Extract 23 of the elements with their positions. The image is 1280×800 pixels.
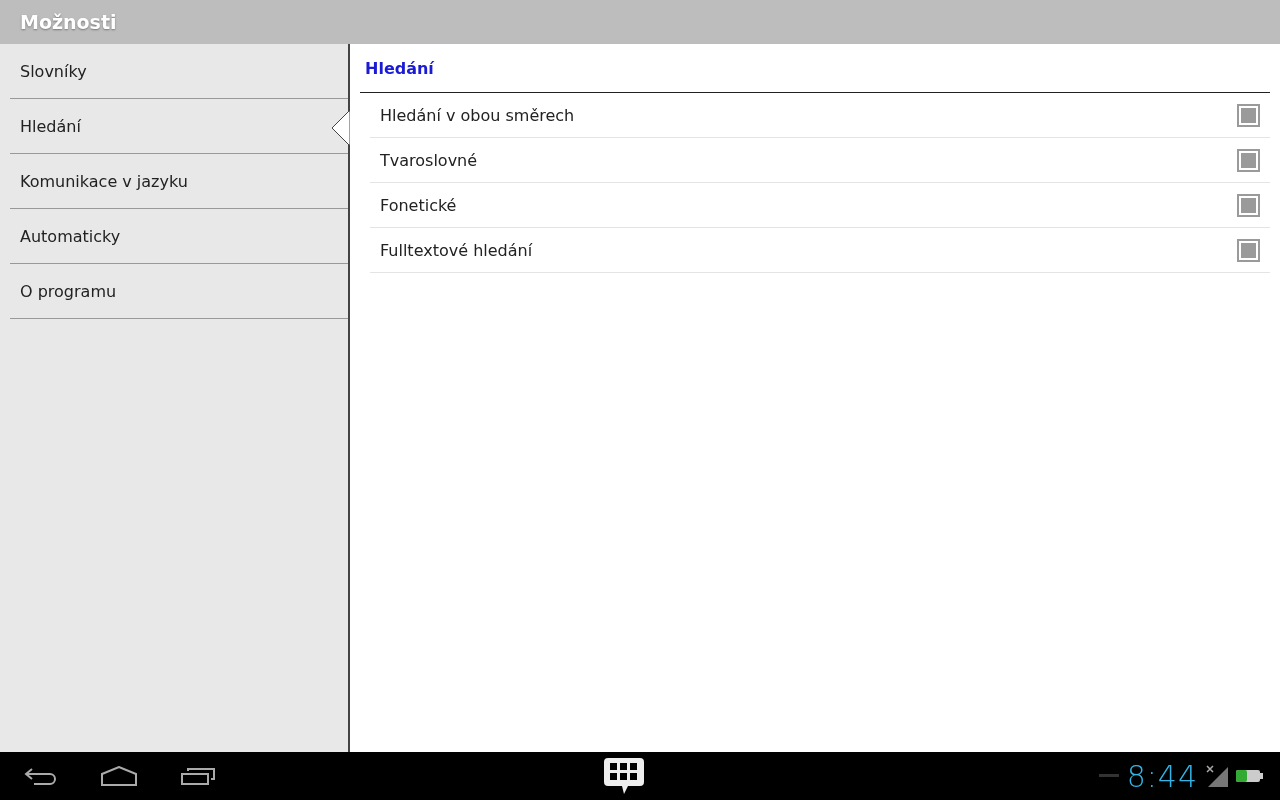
option-label: Tvaroslovné [380, 150, 478, 170]
sidebar-item[interactable]: Komunikace v jazyku [10, 154, 348, 209]
sidebar-item[interactable]: Hledání [10, 99, 348, 154]
option-label: Fonetické [380, 195, 457, 215]
recent-apps-icon[interactable] [180, 766, 216, 786]
back-icon[interactable] [22, 766, 58, 786]
no-signal-icon [1206, 765, 1228, 787]
home-icon[interactable] [100, 766, 138, 786]
checkbox[interactable] [1237, 103, 1260, 127]
dash-icon [1098, 774, 1119, 778]
checkbox[interactable] [1237, 238, 1260, 262]
checkbox[interactable] [1237, 193, 1260, 217]
option-label: Hledání v obou směrech [380, 105, 575, 125]
window-title: Možnosti [20, 11, 117, 33]
sidebar-item[interactable]: Automaticky [10, 209, 348, 264]
section-heading: Hledání [360, 44, 1270, 93]
keyboard-grid-icon[interactable] [602, 756, 646, 796]
checkbox[interactable] [1237, 148, 1260, 172]
clock-time: 8:44 [1126, 758, 1198, 794]
battery-icon [1236, 769, 1264, 783]
sidebar-item[interactable]: Slovníky [10, 44, 348, 99]
sidebar-item[interactable]: O programu [10, 264, 348, 319]
option-label: Fulltextové hledání [380, 240, 533, 260]
